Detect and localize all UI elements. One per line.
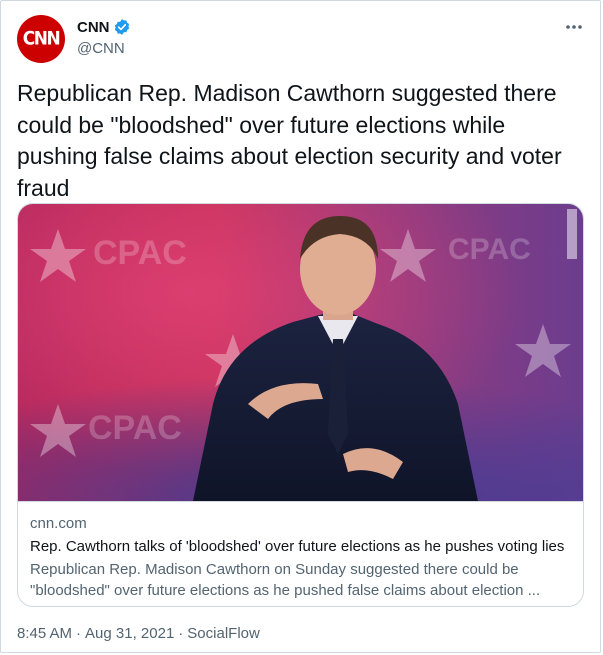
tweet-text: Republican Rep. Madison Cawthorn suggest… — [17, 80, 562, 201]
meta-separator: · — [76, 625, 82, 642]
author-name-row: CNN — [77, 18, 131, 36]
link-preview-card[interactable]: CPAC CPAC CPAC CPAC cnn.com Rep. Cawthor… — [17, 203, 584, 607]
link-domain: cnn.com — [30, 515, 87, 532]
tweet-card: CNN CNN @CNN Republican Rep. Madison Caw… — [0, 0, 601, 653]
tweet-meta: 8:45 AM · Aug 31, 2021 · SocialFlow — [17, 625, 260, 642]
meta-separator: · — [178, 625, 184, 642]
link-description-line-2: "bloodshed" over future elections as he … — [30, 582, 541, 599]
svg-text:CPAC: CPAC — [88, 409, 182, 447]
display-name[interactable]: CNN — [77, 19, 110, 36]
author-handle[interactable]: @CNN — [77, 40, 125, 57]
verified-badge-icon — [113, 18, 131, 36]
avatar[interactable]: CNN — [17, 15, 65, 63]
tweet-date[interactable]: Aug 31, 2021 — [85, 625, 174, 642]
link-description: Republican Rep. Madison Cawthorn on Sund… — [30, 559, 571, 601]
link-description-line-1: Republican Rep. Madison Cawthorn on Sund… — [30, 561, 519, 578]
svg-text:CPAC: CPAC — [93, 234, 187, 272]
tweet-source[interactable]: SocialFlow — [187, 625, 260, 642]
svg-text:CPAC: CPAC — [448, 233, 531, 266]
tweet-time[interactable]: 8:45 AM — [17, 625, 72, 642]
photo-of-man-in-suit-at-cpac[interactable]: CPAC CPAC CPAC CPAC — [18, 204, 583, 501]
more-horizontal-icon[interactable] — [564, 17, 584, 37]
avatar-logo-text: CNN — [22, 28, 61, 50]
link-card-body[interactable]: cnn.com Rep. Cawthorn talks of 'bloodshe… — [18, 501, 583, 606]
link-title: Rep. Cawthorn talks of 'bloodshed' over … — [30, 538, 565, 555]
